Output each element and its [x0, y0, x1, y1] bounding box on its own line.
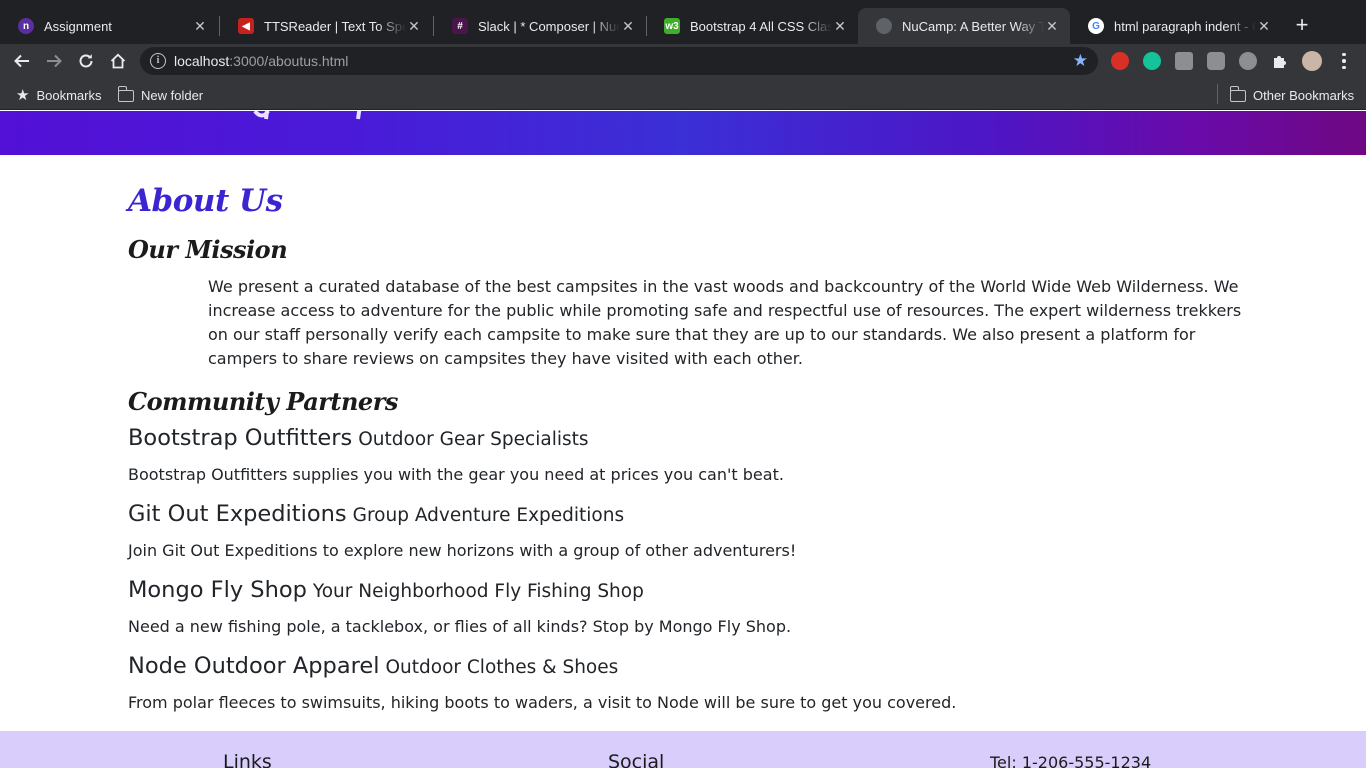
home-icon — [110, 53, 126, 69]
close-icon[interactable]: ✕ — [1256, 18, 1272, 34]
partner-name: Mongo Fly Shop — [128, 577, 307, 603]
bookmarks-divider — [1217, 84, 1218, 104]
arrow-right-icon — [47, 54, 62, 68]
adblock-extension-icon[interactable] — [1111, 52, 1129, 70]
mission-heading: Our Mission — [128, 235, 288, 264]
tab-title: NuCamp: A Better Way To Camp — [902, 18, 1044, 34]
puzzle-icon — [1274, 56, 1286, 68]
tab-slack[interactable]: # Slack | * Composer | Nucamp ✕ — [434, 8, 646, 44]
partner-name: Git Out Expeditions — [128, 501, 347, 527]
grammarly-extension-icon[interactable] — [1143, 52, 1161, 70]
partner-heading: Node Outdoor Apparel Outdoor Clothes & Sh… — [128, 653, 618, 679]
translate-extension-icon[interactable] — [1175, 52, 1193, 70]
tab-google-search[interactable]: G html paragraph indent - Google Search … — [1070, 8, 1282, 44]
partners-heading: Community Partners — [128, 387, 398, 416]
slack-icon: # — [452, 18, 468, 34]
partner-tagline: Group Adventure Expeditions — [352, 505, 625, 526]
close-icon[interactable]: ✕ — [406, 18, 422, 34]
page-title: About Us — [128, 183, 283, 219]
partner-tagline: Outdoor Clothes & Shoes — [385, 657, 619, 678]
new-folder-bookmark[interactable]: New folder — [117, 85, 204, 103]
page-viewport[interactable]: About Us Our Mission We present a curate… — [0, 111, 1366, 768]
close-icon[interactable]: ✕ — [832, 18, 848, 34]
footer-phone[interactable]: Tel: 1-206-555-1234 — [990, 753, 1151, 768]
bookmarks-label: Bookmarks — [36, 87, 102, 103]
tab-assignment[interactable]: n Assignment ✕ — [0, 8, 218, 44]
close-icon[interactable]: ✕ — [192, 18, 208, 34]
address-bar[interactable]: i localhost:3000/aboutus.html ★ — [140, 47, 1098, 75]
star-icon: ★ — [16, 87, 30, 104]
partner-heading: Mongo Fly Shop Your Neighborhood Fly Fish… — [128, 577, 644, 603]
tab-title: Bootstrap 4 All CSS Classes — [690, 18, 832, 34]
tab-title: html paragraph indent - Google Search — [1114, 18, 1256, 34]
partner-description: Need a new fishing pole, a tacklebox, or… — [128, 617, 792, 636]
bookmarks-button[interactable]: ★ Bookmarks — [16, 86, 101, 104]
bubble-extension-icon[interactable] — [1239, 52, 1257, 70]
site-info-icon[interactable]: i — [150, 53, 166, 69]
close-icon[interactable]: ✕ — [1044, 18, 1060, 34]
tab-ttsreader[interactable]: ◀ TTSReader | Text To Speech ✕ — [220, 8, 432, 44]
home-button[interactable] — [106, 49, 130, 73]
partner-tagline: Outdoor Gear Specialists — [358, 429, 589, 450]
partner-description: Join Git Out Expeditions to explore new … — [128, 541, 797, 560]
new-tab-button[interactable]: + — [1290, 14, 1314, 38]
partner-name: Bootstrap Outfitters — [128, 425, 353, 451]
tab-strip: n Assignment ✕ ◀ TTSReader | Text To Spe… — [0, 0, 1366, 44]
w3-icon: w3 — [664, 18, 680, 34]
bookmark-star-icon[interactable]: ★ — [1073, 51, 1088, 71]
browser-menu-icon[interactable] — [1336, 51, 1352, 71]
partner-description: From polar fleeces to swimsuits, hiking … — [128, 693, 957, 712]
browser-toolbar: i localhost:3000/aboutus.html ★ — [0, 44, 1366, 78]
partner-description: Bootstrap Outfitters supplies you with t… — [128, 465, 784, 484]
other-bookmarks-button[interactable]: Other Bookmarks — [1229, 85, 1355, 103]
folder-icon — [1229, 85, 1246, 102]
globe-icon — [876, 18, 892, 34]
back-button[interactable] — [10, 49, 34, 73]
reload-icon — [79, 54, 93, 68]
tab-title: Slack | * Composer | Nucamp — [478, 18, 620, 34]
camera-extension-icon[interactable] — [1207, 52, 1225, 70]
tab-title: Assignment — [44, 18, 112, 34]
folder-icon — [117, 85, 134, 102]
jumbotron — [0, 111, 1366, 155]
other-bookmarks-label: Other Bookmarks — [1253, 88, 1355, 103]
partner-name: Node Outdoor Apparel — [128, 653, 380, 679]
nucamp-logo-icon: n — [18, 18, 34, 34]
mission-paragraph: We present a curated database of the bes… — [208, 277, 1242, 368]
tab-bootstrap-classes[interactable]: w3 Bootstrap 4 All CSS Classes ✕ — [646, 8, 858, 44]
arrow-left-icon — [14, 54, 29, 68]
address-host: localhost — [174, 53, 230, 69]
jumbotron-clipped-text — [210, 111, 390, 134]
reload-button[interactable] — [74, 49, 98, 73]
tab-nucamp[interactable]: NuCamp: A Better Way To Camp ✕ — [858, 8, 1070, 44]
footer-social-heading: Social — [608, 751, 665, 768]
speaker-icon: ◀ — [238, 18, 254, 34]
forward-button[interactable] — [42, 49, 66, 73]
address-url[interactable]: localhost:3000/aboutus.html — [174, 53, 348, 69]
footer-links-heading: Links — [223, 751, 272, 768]
new-folder-label: New folder — [141, 88, 204, 103]
partner-tagline: Your Neighborhood Fly Fishing Shop — [312, 581, 644, 602]
google-icon: G — [1088, 18, 1104, 34]
partner-heading: Bootstrap Outfitters Outdoor Gear Special… — [128, 425, 589, 451]
bookmarks-bar: ★ Bookmarks New folder Other Bookmarks — [0, 78, 1366, 110]
partner-heading: Git Out Expeditions Group Adventure Exped… — [128, 501, 624, 527]
clipped-lettering-fragment — [253, 111, 362, 120]
puzzle-extensions-icon[interactable] — [1271, 52, 1289, 70]
tab-title: TTSReader | Text To Speech — [264, 18, 406, 34]
profile-avatar[interactable] — [1302, 51, 1322, 71]
close-icon[interactable]: ✕ — [620, 18, 636, 34]
site-footer: Links Social Tel: 1-206-555-1234 — [0, 731, 1366, 768]
address-path: :3000/aboutus.html — [229, 53, 349, 69]
